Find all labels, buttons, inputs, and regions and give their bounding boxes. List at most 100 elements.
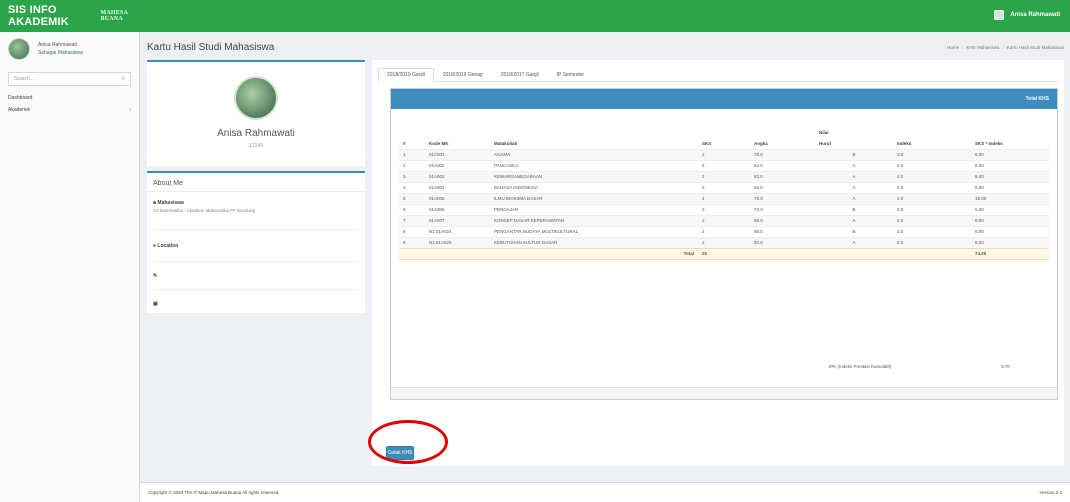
- about-card: About Me ■ Mahasiswa S1 Matematika - Aka…: [147, 171, 365, 313]
- table-cell: 3.0: [893, 148, 971, 160]
- table-cell: A: [815, 236, 893, 248]
- table-cell: 73.0: [750, 203, 815, 215]
- table-cell: 8.00: [971, 236, 1049, 248]
- profile-card: Anisa Rahmawati 12345: [147, 60, 365, 166]
- brand-title: SIS INFO AKADEMIK: [8, 4, 69, 28]
- khs-tab-box: 2018/2019 Ganjil 2018/2019 Genap 2018/20…: [372, 60, 1064, 466]
- table-row: 3 01A003 KEWARGANEGARAAN 2 82.0 A 4.0 8.00: [399, 170, 1049, 182]
- table-cell: KEBUTUHAN KULTUR DASAR: [490, 236, 698, 248]
- table-cell: 1: [399, 148, 425, 160]
- table-cell: 01A003: [425, 170, 490, 182]
- table-cell: 6: [399, 203, 425, 215]
- about-status-text: S1 Matematika - Akademi Matematika PF Ba…: [153, 208, 256, 213]
- tab-2018-2017-ganjil[interactable]: 2018/2017 Ganjil: [492, 68, 548, 82]
- khs-table: Nilai # Kode MK Matakuliah SKS Angka Hur…: [399, 127, 1049, 260]
- avatar: [8, 38, 30, 60]
- table-cell: 8.00: [971, 181, 1049, 193]
- sidebar-user-status: Sebagai Mahasiswa: [38, 50, 83, 56]
- table-cell: PENGAJAR: [490, 203, 698, 215]
- table-cell: 9: [399, 236, 425, 248]
- ipk-row: IPK (Indeks Prestasi Kumulatif) 3.70: [399, 359, 1049, 373]
- table-cell: 2: [399, 159, 425, 171]
- table-cell: 3: [399, 170, 425, 182]
- table-row: 2 01A002 PANCASILA 2 84.0 A 4.0 8.00: [399, 159, 1049, 171]
- column-header: Kode MK: [429, 140, 449, 146]
- table-cell: 4.0: [893, 159, 971, 171]
- table-cell: 5: [399, 192, 425, 204]
- column-header: #: [403, 140, 406, 146]
- table-cell: B: [815, 203, 893, 215]
- search-icon[interactable]: ⚲: [121, 76, 125, 82]
- table-cell: 01A005: [425, 192, 490, 204]
- table-cell: 2: [698, 236, 750, 248]
- table-cell: 80.0: [750, 225, 815, 237]
- column-header: Matakuliah: [494, 140, 518, 146]
- table-cell: 78.0: [750, 148, 815, 160]
- table-cell: 79.0: [750, 192, 815, 204]
- sidebar-item-dashboard[interactable]: Dashboard: [0, 92, 139, 104]
- table-cell: 82.0: [750, 170, 815, 182]
- table-cell: 4.0: [893, 236, 971, 248]
- table-cell: B: [815, 225, 893, 237]
- brand-subtitle: MAHESA BUANA: [100, 10, 128, 22]
- tab-2018-2019-genap[interactable]: 2018/2019 Genap: [434, 68, 492, 82]
- graduation-cap-icon: ■: [153, 200, 157, 206]
- table-cell: 4: [698, 192, 750, 204]
- table-cell: 2: [698, 203, 750, 215]
- khs-panel-footer: [391, 387, 1057, 399]
- table-cell: KEWARGANEGARAAN: [490, 170, 698, 182]
- pencil-icon: ✎: [153, 273, 158, 279]
- table-cell: 2: [698, 225, 750, 237]
- column-header: Angka: [754, 140, 768, 146]
- top-navbar: SIS INFO AKADEMIK MAHESA BUANA Anisa Rah…: [0, 0, 1070, 32]
- table-cell: A: [815, 159, 893, 171]
- ipk-label: IPK (Indeks Prestasi Kumulatif): [829, 363, 892, 369]
- profile-role: 12345: [249, 143, 263, 149]
- about-status-label: ■ Mahasiswa: [153, 200, 184, 206]
- breadcrumb-item-home[interactable]: Home: [947, 45, 959, 50]
- sidebar-item-akademik[interactable]: Akademik ‹: [0, 104, 139, 116]
- column-header-nilai: Nilai: [819, 130, 829, 135]
- about-location-label: ● Location: [153, 243, 179, 249]
- table-cell: BAHASA INDONESIA: [490, 181, 698, 193]
- print-khs-button[interactable]: Cetak KHS: [386, 446, 414, 460]
- table-cell: 2: [698, 181, 750, 193]
- table-cell: 8.00: [971, 170, 1049, 182]
- table-cell: N1.01A024: [425, 225, 490, 237]
- table-row: 1 01A001 AGAMA 2 78.0 B 3.0 6.00: [399, 148, 1049, 160]
- table-cell: 01A007: [425, 214, 490, 226]
- table-cell: A: [815, 181, 893, 193]
- tab-2018-2019-ganjil[interactable]: 2018/2019 Ganjil: [378, 68, 434, 82]
- table-cell: A: [815, 214, 893, 226]
- table-row: 9 N1.01A025 KEBUTUHAN KULTUR DASAR 2 82.0 A 4.…: [399, 236, 1049, 248]
- profile-avatar: [234, 76, 278, 120]
- khs-panel-header: Total KHS: [391, 89, 1057, 109]
- table-cell: 4.0: [893, 170, 971, 182]
- table-cell: 6.00: [971, 225, 1049, 237]
- table-cell: AGAMA: [490, 148, 698, 160]
- table-cell: 6.00: [971, 203, 1049, 215]
- search-input[interactable]: Search... ⚲: [8, 72, 131, 86]
- breadcrumb-item-khs[interactable]: KHS Mahasiswa: [966, 45, 999, 50]
- table-cell: 82.0: [750, 236, 815, 248]
- user-avatar-icon: [994, 10, 1005, 20]
- user-menu[interactable]: Anisa Rahmawati: [994, 10, 1060, 20]
- app-logo[interactable]: SIS INFO AKADEMIK MAHESA BUANA: [0, 0, 140, 32]
- table-cell: 01A006: [425, 203, 490, 215]
- total-sks: 20: [698, 247, 750, 260]
- tab-ip-semester[interactable]: IP Semester: [548, 68, 593, 82]
- column-header: SKS * Indeks: [975, 140, 1003, 146]
- table-cell: 84.0: [750, 181, 815, 193]
- sidebar-item-label: Dashboard: [8, 95, 33, 101]
- table-cell: 8: [399, 225, 425, 237]
- table-cell: 3.0: [893, 203, 971, 215]
- table-cell: ILMU BIOKIMIA DASAR: [490, 192, 698, 204]
- table-cell: A: [815, 192, 893, 204]
- total-row: Total 20 74.00: [399, 247, 1049, 260]
- total-label: Total: [490, 247, 698, 260]
- table-cell: 16.00: [971, 192, 1049, 204]
- table-cell: 4.0: [893, 181, 971, 193]
- table-cell: B: [815, 148, 893, 160]
- search-placeholder: Search...: [14, 76, 35, 82]
- content-header: Kartu Hasil Studi Mahasiswa Home / KHS M…: [147, 38, 1064, 56]
